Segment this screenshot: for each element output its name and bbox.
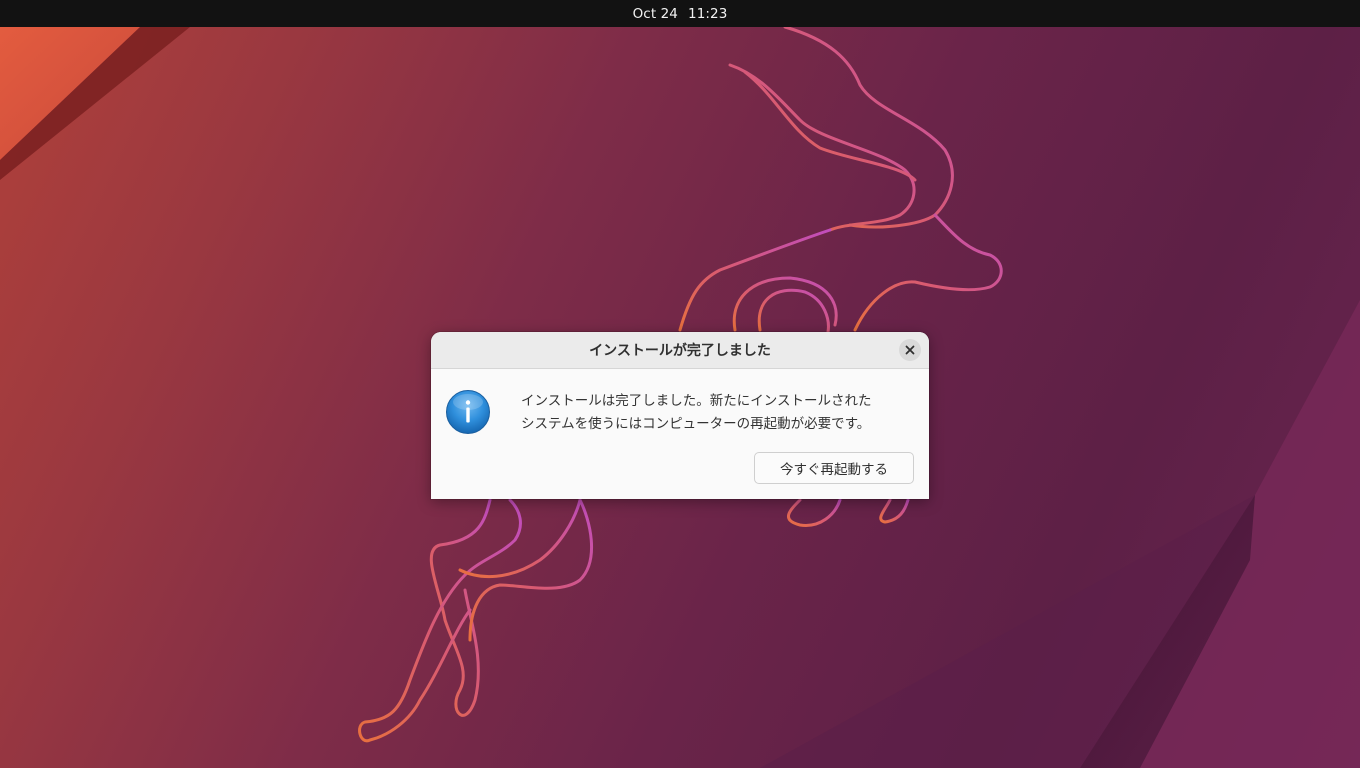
close-icon [905, 345, 915, 355]
restart-now-button[interactable]: 今すぐ再起動する [754, 452, 914, 484]
dialog-message: インストールは完了しました。新たにインストールされた システムを使うにはコンピュ… [521, 390, 921, 436]
clock-button[interactable]: Oct 24 11:23 [633, 6, 728, 22]
install-complete-dialog: インストールが完了しました インストールは完了しました。新たにインストールされた… [431, 332, 929, 499]
dialog-title: インストールが完了しました [589, 343, 771, 359]
info-icon [446, 390, 490, 434]
message-line-1: インストールは完了しました。新たにインストールされた [521, 393, 872, 409]
clock-time: 11:23 [688, 5, 728, 22]
message-line-2: システムを使うにはコンピューターの再起動が必要です。 [521, 416, 871, 432]
close-button[interactable] [899, 339, 921, 361]
desktop: Oct 24 11:23 インストールが完了しました インストールは完了しました… [0, 0, 1360, 768]
dialog-header: インストールが完了しました [431, 332, 929, 369]
clock-date: Oct 24 [632, 5, 678, 22]
top-bar: Oct 24 11:23 [0, 0, 1360, 27]
